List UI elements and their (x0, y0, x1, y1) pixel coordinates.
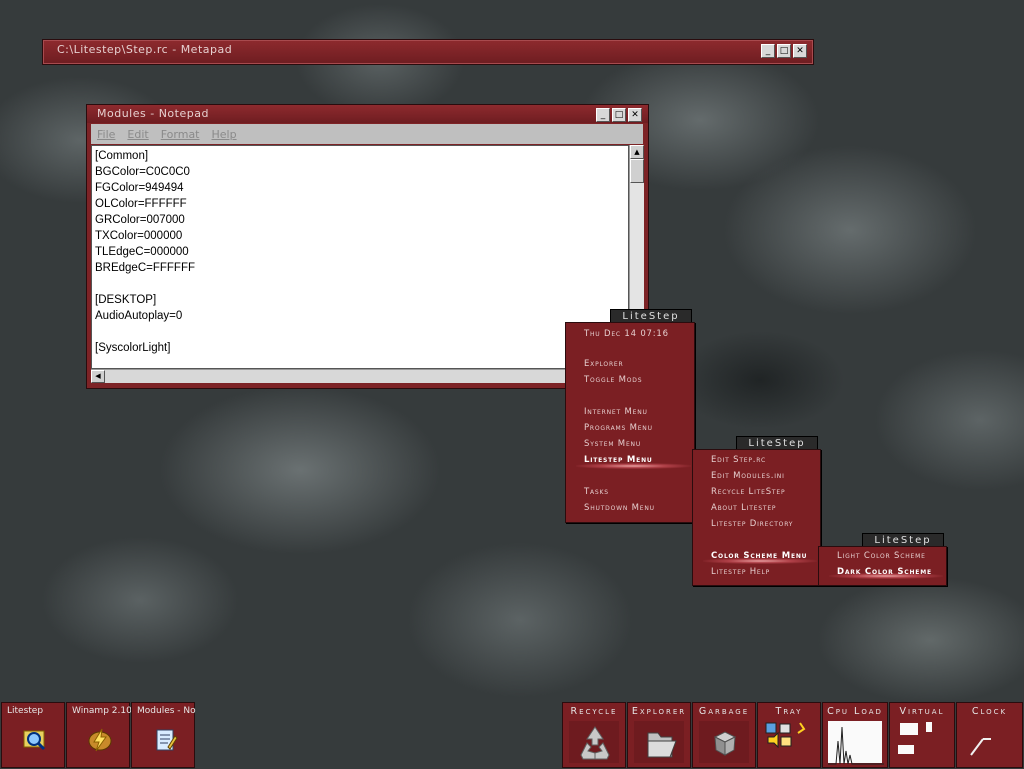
metapad-window-controls: _ □ ✕ (761, 44, 807, 58)
wharf-virtual-desktops[interactable]: Virtual (889, 702, 955, 768)
scroll-left-arrow-icon[interactable]: ◀ (91, 370, 105, 383)
system-tray-icons[interactable] (764, 721, 814, 763)
wharf-tray[interactable]: Tray (757, 702, 821, 768)
analog-clock-icon (963, 721, 1016, 763)
wharf-label: Recycle (570, 706, 618, 717)
trash-can-icon (699, 721, 749, 763)
menu-help[interactable]: Help (212, 128, 237, 141)
wharf-label: Tray (775, 706, 803, 717)
folder-icon (634, 721, 684, 763)
menu-item-tasks[interactable]: Tasks (584, 487, 609, 497)
scroll-up-arrow-icon[interactable]: ▲ (630, 145, 644, 159)
maximize-button[interactable]: □ (612, 108, 626, 122)
menu-item-light-color-scheme[interactable]: Light Color Scheme (837, 551, 926, 561)
close-button[interactable]: ✕ (793, 44, 807, 58)
wharf-label: Garbage (698, 706, 750, 717)
metapad-title: C:\Litestep\Step.rc - Metapad (57, 43, 233, 56)
winamp-bolt-icon (87, 727, 113, 753)
menu-item-explorer[interactable]: Explorer (584, 359, 623, 369)
menu-item-programs[interactable]: Programs Menu (584, 423, 653, 433)
notepad-title: Modules - Notepad (97, 107, 209, 120)
metapad-window[interactable]: C:\Litestep\Step.rc - Metapad _ □ ✕ (42, 39, 814, 65)
wharf-garbage[interactable]: Garbage (692, 702, 756, 768)
menu-item-edit-step-rc[interactable]: Edit Step.rc (711, 455, 766, 465)
menu-item-shutdown[interactable]: Shutdown Menu (584, 503, 655, 513)
menu-edit[interactable]: Edit (127, 128, 148, 141)
menu-item-color-scheme[interactable]: Color Scheme Menu (711, 551, 807, 561)
menu-item-litestep-help[interactable]: Litestep Help (711, 567, 770, 577)
menu-format[interactable]: Format (161, 128, 200, 141)
menu-item-edit-modules-ini[interactable]: Edit Modules.ini (711, 471, 785, 481)
minimize-button[interactable]: _ (596, 108, 610, 122)
wharf-clock[interactable]: Clock (956, 702, 1023, 768)
recycle-icon (569, 721, 619, 763)
menu-item-litestep[interactable]: Litestep Menu (584, 455, 653, 465)
menu-item-recycle-litestep[interactable]: Recycle LiteStep (711, 487, 785, 497)
menu-date: Thu Dec 14 07:16 (584, 329, 669, 339)
notepad-menubar: File Edit Format Help (91, 124, 643, 144)
task-label: Modules - No (137, 706, 196, 716)
task-button-modules-notepad[interactable]: Modules - No (131, 702, 196, 768)
maximize-button[interactable]: □ (777, 44, 791, 58)
wharf-cpu-load[interactable]: Cpu Load (822, 702, 888, 768)
menu-item-internet[interactable]: Internet Menu (584, 407, 648, 417)
menu-item-litestep-directory[interactable]: Litestep Directory (711, 519, 793, 529)
wharf-label: Virtual (899, 706, 945, 717)
explorer-search-icon (22, 727, 48, 753)
horizontal-scrollbar[interactable]: ◀ (91, 369, 643, 383)
notepad-window-controls: _ □ ✕ (596, 108, 642, 122)
wharf-label: Explorer (631, 706, 687, 717)
litestep-submenu: Edit Step.rc Edit Modules.ini Recycle Li… (692, 449, 821, 586)
wharf-label: Cpu Load (827, 706, 883, 717)
notepad-icon (152, 727, 178, 753)
wharf-explorer[interactable]: Explorer (627, 702, 691, 768)
menu-item-dark-color-scheme[interactable]: Dark Color Scheme (837, 567, 932, 577)
menu-item-system[interactable]: System Menu (584, 439, 641, 449)
virtual-desktop-pager[interactable] (896, 721, 948, 763)
menu-item-toggle-mods[interactable]: Toggle Mods (584, 375, 642, 385)
cpu-load-graph (828, 721, 884, 765)
color-scheme-submenu: Light Color Scheme Dark Color Scheme (818, 546, 947, 586)
minimize-button[interactable]: _ (761, 44, 775, 58)
notepad-titlebar[interactable]: Modules - Notepad _ □ ✕ (87, 105, 648, 123)
wharf-label: Clock (971, 706, 1008, 717)
scroll-thumb[interactable] (630, 159, 644, 183)
wharf-recycle[interactable]: Recycle (562, 702, 626, 768)
menu-item-about-litestep[interactable]: About Litestep (711, 503, 776, 513)
task-button-litestep[interactable]: Litestep (1, 702, 65, 768)
notepad-text-area[interactable]: [Common] BGColor=C0C0C0 FGColor=949494 O… (91, 145, 629, 369)
task-label: Winamp 2.10 (72, 706, 132, 716)
task-label: Litestep (7, 706, 44, 716)
menu-file[interactable]: File (97, 128, 115, 141)
close-button[interactable]: ✕ (628, 108, 642, 122)
task-button-winamp[interactable]: Winamp 2.10 (66, 702, 132, 768)
main-popup-menu: Thu Dec 14 07:16 Explorer Toggle Mods In… (565, 322, 695, 523)
